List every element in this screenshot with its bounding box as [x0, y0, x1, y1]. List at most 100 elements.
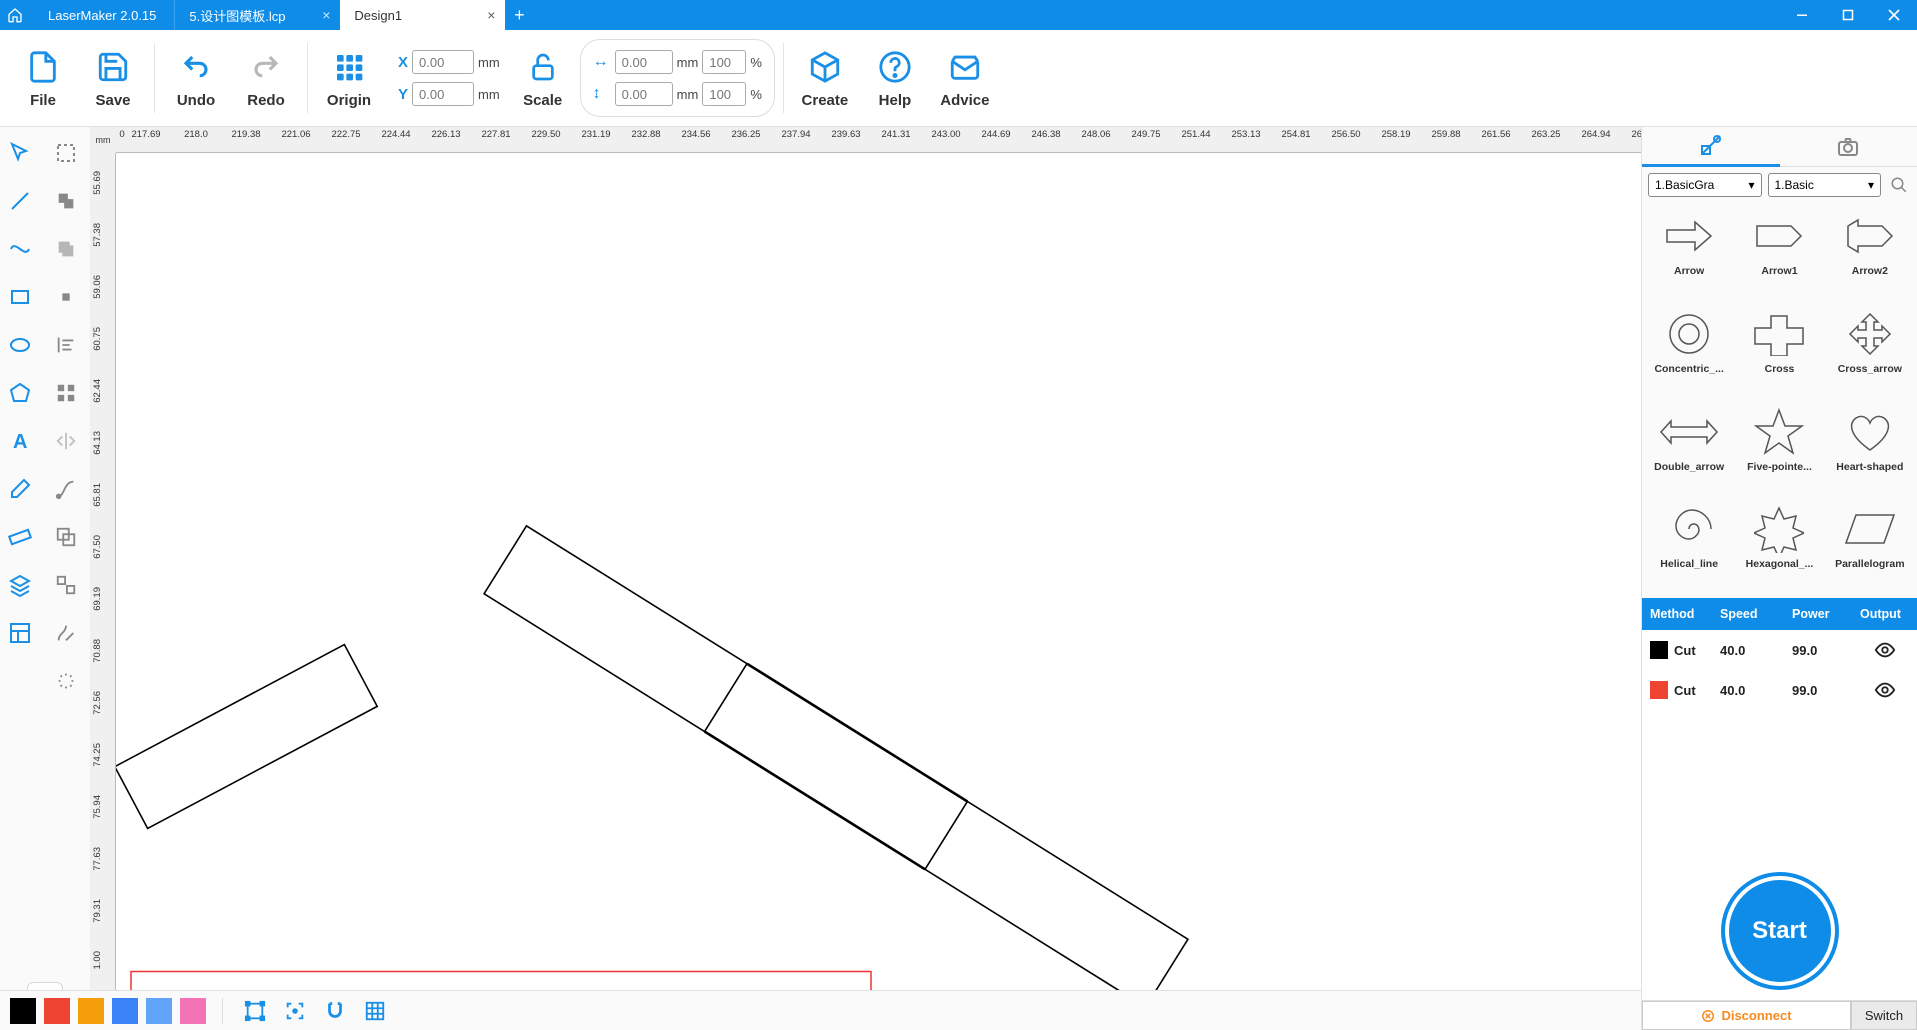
ellipse-tool[interactable]	[2, 327, 38, 363]
redo-icon	[247, 48, 285, 86]
bounds-button[interactable]	[239, 995, 271, 1027]
home-icon[interactable]	[0, 0, 30, 30]
color-swatch[interactable]	[146, 998, 172, 1024]
light-tool[interactable]	[48, 663, 84, 699]
layer-color-swatch	[1650, 641, 1668, 659]
select-tool[interactable]	[2, 135, 38, 171]
color-swatch[interactable]	[44, 998, 70, 1024]
shape-arrow[interactable]: Arrow	[1646, 207, 1732, 301]
cube-icon	[806, 48, 844, 86]
shape-double_arrow[interactable]: Double_arrow	[1646, 403, 1732, 497]
color-swatch[interactable]	[78, 998, 104, 1024]
create-button[interactable]: Create	[792, 38, 858, 118]
shape-parallelogram[interactable]: Parallelogram	[1827, 500, 1913, 594]
mirror-h-tool[interactable]	[48, 423, 84, 459]
ruler-horizontal: 0 217.69218.0219.38221.06222.75224.44226…	[116, 127, 1641, 153]
close-button[interactable]	[1871, 0, 1917, 30]
layers-tool[interactable]	[2, 567, 38, 603]
layer-row[interactable]: Cut40.099.0	[1642, 630, 1917, 670]
color-swatch[interactable]	[180, 998, 206, 1024]
connection-status[interactable]: Disconnect	[1642, 1001, 1851, 1030]
undo-button[interactable]: Undo	[163, 38, 229, 118]
x-input[interactable]	[412, 50, 474, 74]
blank1	[2, 663, 38, 699]
shape-arrow2[interactable]: Arrow2	[1827, 207, 1913, 301]
shapes-tab[interactable]	[1642, 127, 1780, 167]
layer-row[interactable]: Cut40.099.0	[1642, 670, 1917, 710]
add-tab-button[interactable]: +	[505, 0, 533, 30]
polygon-tool[interactable]	[2, 375, 38, 411]
category-select-1[interactable]: 1.BasicGra▾	[1648, 173, 1762, 197]
save-button[interactable]: Save	[80, 38, 146, 118]
height-pct-input[interactable]	[702, 82, 746, 106]
ruler-unit: mm	[90, 127, 116, 153]
grid-button[interactable]	[359, 995, 391, 1027]
close-icon[interactable]: ×	[322, 7, 330, 23]
grid-icon	[330, 48, 368, 86]
origin-button[interactable]: Origin	[316, 38, 382, 118]
shape-hexagonal_...[interactable]: Hexagonal_...	[1736, 500, 1822, 594]
save-icon	[94, 48, 132, 86]
text-tool[interactable]: A	[2, 423, 38, 459]
weld-tool[interactable]	[48, 183, 84, 219]
eraser-tool[interactable]	[2, 471, 38, 507]
shape-heart-shaped[interactable]: Heart-shaped	[1827, 403, 1913, 497]
category-select-2[interactable]: 1.Basic▾	[1768, 173, 1882, 197]
redo-button[interactable]: Redo	[233, 38, 299, 118]
scale-button[interactable]: Scale	[510, 38, 576, 118]
y-label: Y	[392, 86, 408, 103]
start-button[interactable]: Start	[1725, 876, 1835, 986]
tab-label: 5.设计图模板.lcp	[189, 6, 285, 25]
color-swatch[interactable]	[112, 998, 138, 1024]
camera-tab[interactable]	[1780, 127, 1917, 167]
curve-tool[interactable]	[2, 231, 38, 267]
separator	[154, 43, 155, 113]
snap-button[interactable]	[319, 995, 351, 1027]
color-swatch[interactable]	[10, 998, 36, 1024]
shape-concentric_...[interactable]: Concentric_...	[1646, 305, 1732, 399]
shape-arrow1[interactable]: Arrow1	[1736, 207, 1822, 301]
bottom-bar	[0, 990, 1641, 1030]
shape-helical_line[interactable]: Helical_line	[1646, 500, 1732, 594]
subtract-tool[interactable]	[48, 231, 84, 267]
advice-button[interactable]: Advice	[932, 38, 998, 118]
line-tool[interactable]	[2, 183, 38, 219]
height-input[interactable]	[615, 82, 673, 106]
eye-icon[interactable]	[1860, 679, 1909, 701]
switch-button[interactable]: Switch	[1851, 1001, 1917, 1030]
focus-button[interactable]	[279, 995, 311, 1027]
eye-icon[interactable]	[1860, 639, 1909, 661]
shape-cross[interactable]: Cross	[1736, 305, 1822, 399]
canvas[interactable]	[116, 153, 1641, 1030]
array-tool[interactable]	[48, 375, 84, 411]
tab-design1[interactable]: Design1 ×	[340, 0, 505, 30]
ruler-vertical: 55.6957.3859.0660.7562.4464.1365.8167.50…	[90, 153, 116, 1030]
close-icon[interactable]: ×	[487, 7, 495, 23]
y-input[interactable]	[412, 82, 474, 106]
trace-tool[interactable]	[48, 615, 84, 651]
search-icon[interactable]	[1887, 173, 1911, 197]
width-pct-input[interactable]	[702, 50, 746, 74]
minimize-button[interactable]	[1779, 0, 1825, 30]
maximize-button[interactable]	[1825, 0, 1871, 30]
intersect-tool[interactable]	[48, 279, 84, 315]
separator	[307, 43, 308, 113]
layout-tool[interactable]	[2, 615, 38, 651]
ungroup-tool[interactable]	[48, 567, 84, 603]
path-edit-tool[interactable]	[48, 471, 84, 507]
align-left-tool[interactable]	[48, 327, 84, 363]
marquee-tool[interactable]	[48, 135, 84, 171]
tab-template[interactable]: 5.设计图模板.lcp ×	[175, 0, 340, 30]
measure-tool[interactable]	[2, 519, 38, 555]
width-input[interactable]	[615, 50, 673, 74]
file-button[interactable]: File	[10, 38, 76, 118]
rect-tool[interactable]	[2, 279, 38, 315]
main-toolbar: File Save Undo Redo Origin X mm Y	[0, 30, 1917, 127]
help-icon	[876, 48, 914, 86]
shape-cross_arrow[interactable]: Cross_arrow	[1827, 305, 1913, 399]
shape-five-pointe...[interactable]: Five-pointe...	[1736, 403, 1822, 497]
layers-list: Cut40.099.0Cut40.099.0	[1642, 630, 1917, 862]
left-toolbar: A	[0, 127, 90, 1030]
group-tool[interactable]	[48, 519, 84, 555]
help-button[interactable]: Help	[862, 38, 928, 118]
